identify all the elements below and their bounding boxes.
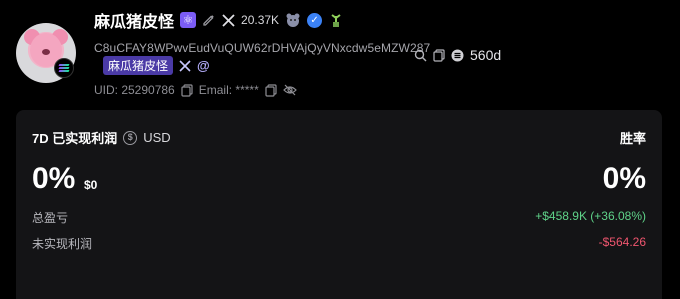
- wallet-age: 560d: [470, 47, 502, 63]
- currency-label[interactable]: USD: [143, 130, 170, 145]
- at-icon[interactable]: @: [197, 58, 210, 73]
- edit-icon[interactable]: [202, 13, 216, 27]
- unrealized-value: -$564.26: [598, 235, 646, 249]
- copy-icon[interactable]: [181, 83, 193, 97]
- copy-icon[interactable]: [433, 48, 445, 62]
- x-icon[interactable]: [222, 13, 235, 27]
- address-tools: 560d: [414, 47, 501, 63]
- pnl-percent: 0%: [32, 162, 76, 195]
- react-icon: ⚛: [180, 12, 197, 28]
- uid-text: UID: 25290786: [94, 83, 175, 97]
- avatar-nose: [42, 49, 50, 55]
- profile-name: 麻瓜猪皮怪: [94, 14, 175, 31]
- eye-off-icon[interactable]: [282, 84, 297, 96]
- solana-icon: [451, 49, 464, 62]
- search-icon[interactable]: [414, 49, 427, 62]
- total-pnl-value: +$458.9K (+36.08%): [535, 209, 646, 223]
- currency-switch-icon[interactable]: $: [123, 130, 138, 145]
- email-text: Email: *****: [198, 83, 259, 97]
- pnl-usd: $0: [84, 178, 98, 192]
- solana-chain-icon: [54, 58, 74, 78]
- x-icon[interactable]: [179, 59, 191, 72]
- copy-icon[interactable]: [265, 83, 277, 97]
- name-tag[interactable]: 麻瓜猪皮怪: [103, 56, 174, 75]
- tag-row: 麻瓜猪皮怪 @: [103, 56, 210, 75]
- verified-icon: ✓: [307, 12, 323, 28]
- stats-card: 7D 已实现利润 $ USD 胜率 0% $0 0% 总盈亏 +$458.9K …: [16, 110, 662, 299]
- stats-title-text: 7D 已实现利润: [32, 131, 118, 146]
- winrate-label: 胜率: [619, 131, 646, 146]
- account-info: UID: 25290786 Email: *****: [94, 83, 297, 97]
- stats-title: 7D 已实现利润 $ USD: [32, 128, 171, 147]
- winrate-value: 0%: [602, 162, 646, 195]
- wallet-address[interactable]: C8uCFAY8WPwvEudVuQUW62rDHVAjQyVNxcdw5eMZ…: [94, 41, 430, 55]
- plant-icon[interactable]: [328, 12, 344, 28]
- followers-count: 20.37K: [241, 13, 280, 27]
- profile-header: 麻瓜猪皮怪 ⚛ 20.37K ✓: [94, 10, 344, 31]
- mascot-icon[interactable]: [285, 12, 301, 28]
- unrealized-label: 未实现利润: [32, 237, 93, 251]
- total-pnl-label: 总盈亏: [32, 211, 69, 225]
